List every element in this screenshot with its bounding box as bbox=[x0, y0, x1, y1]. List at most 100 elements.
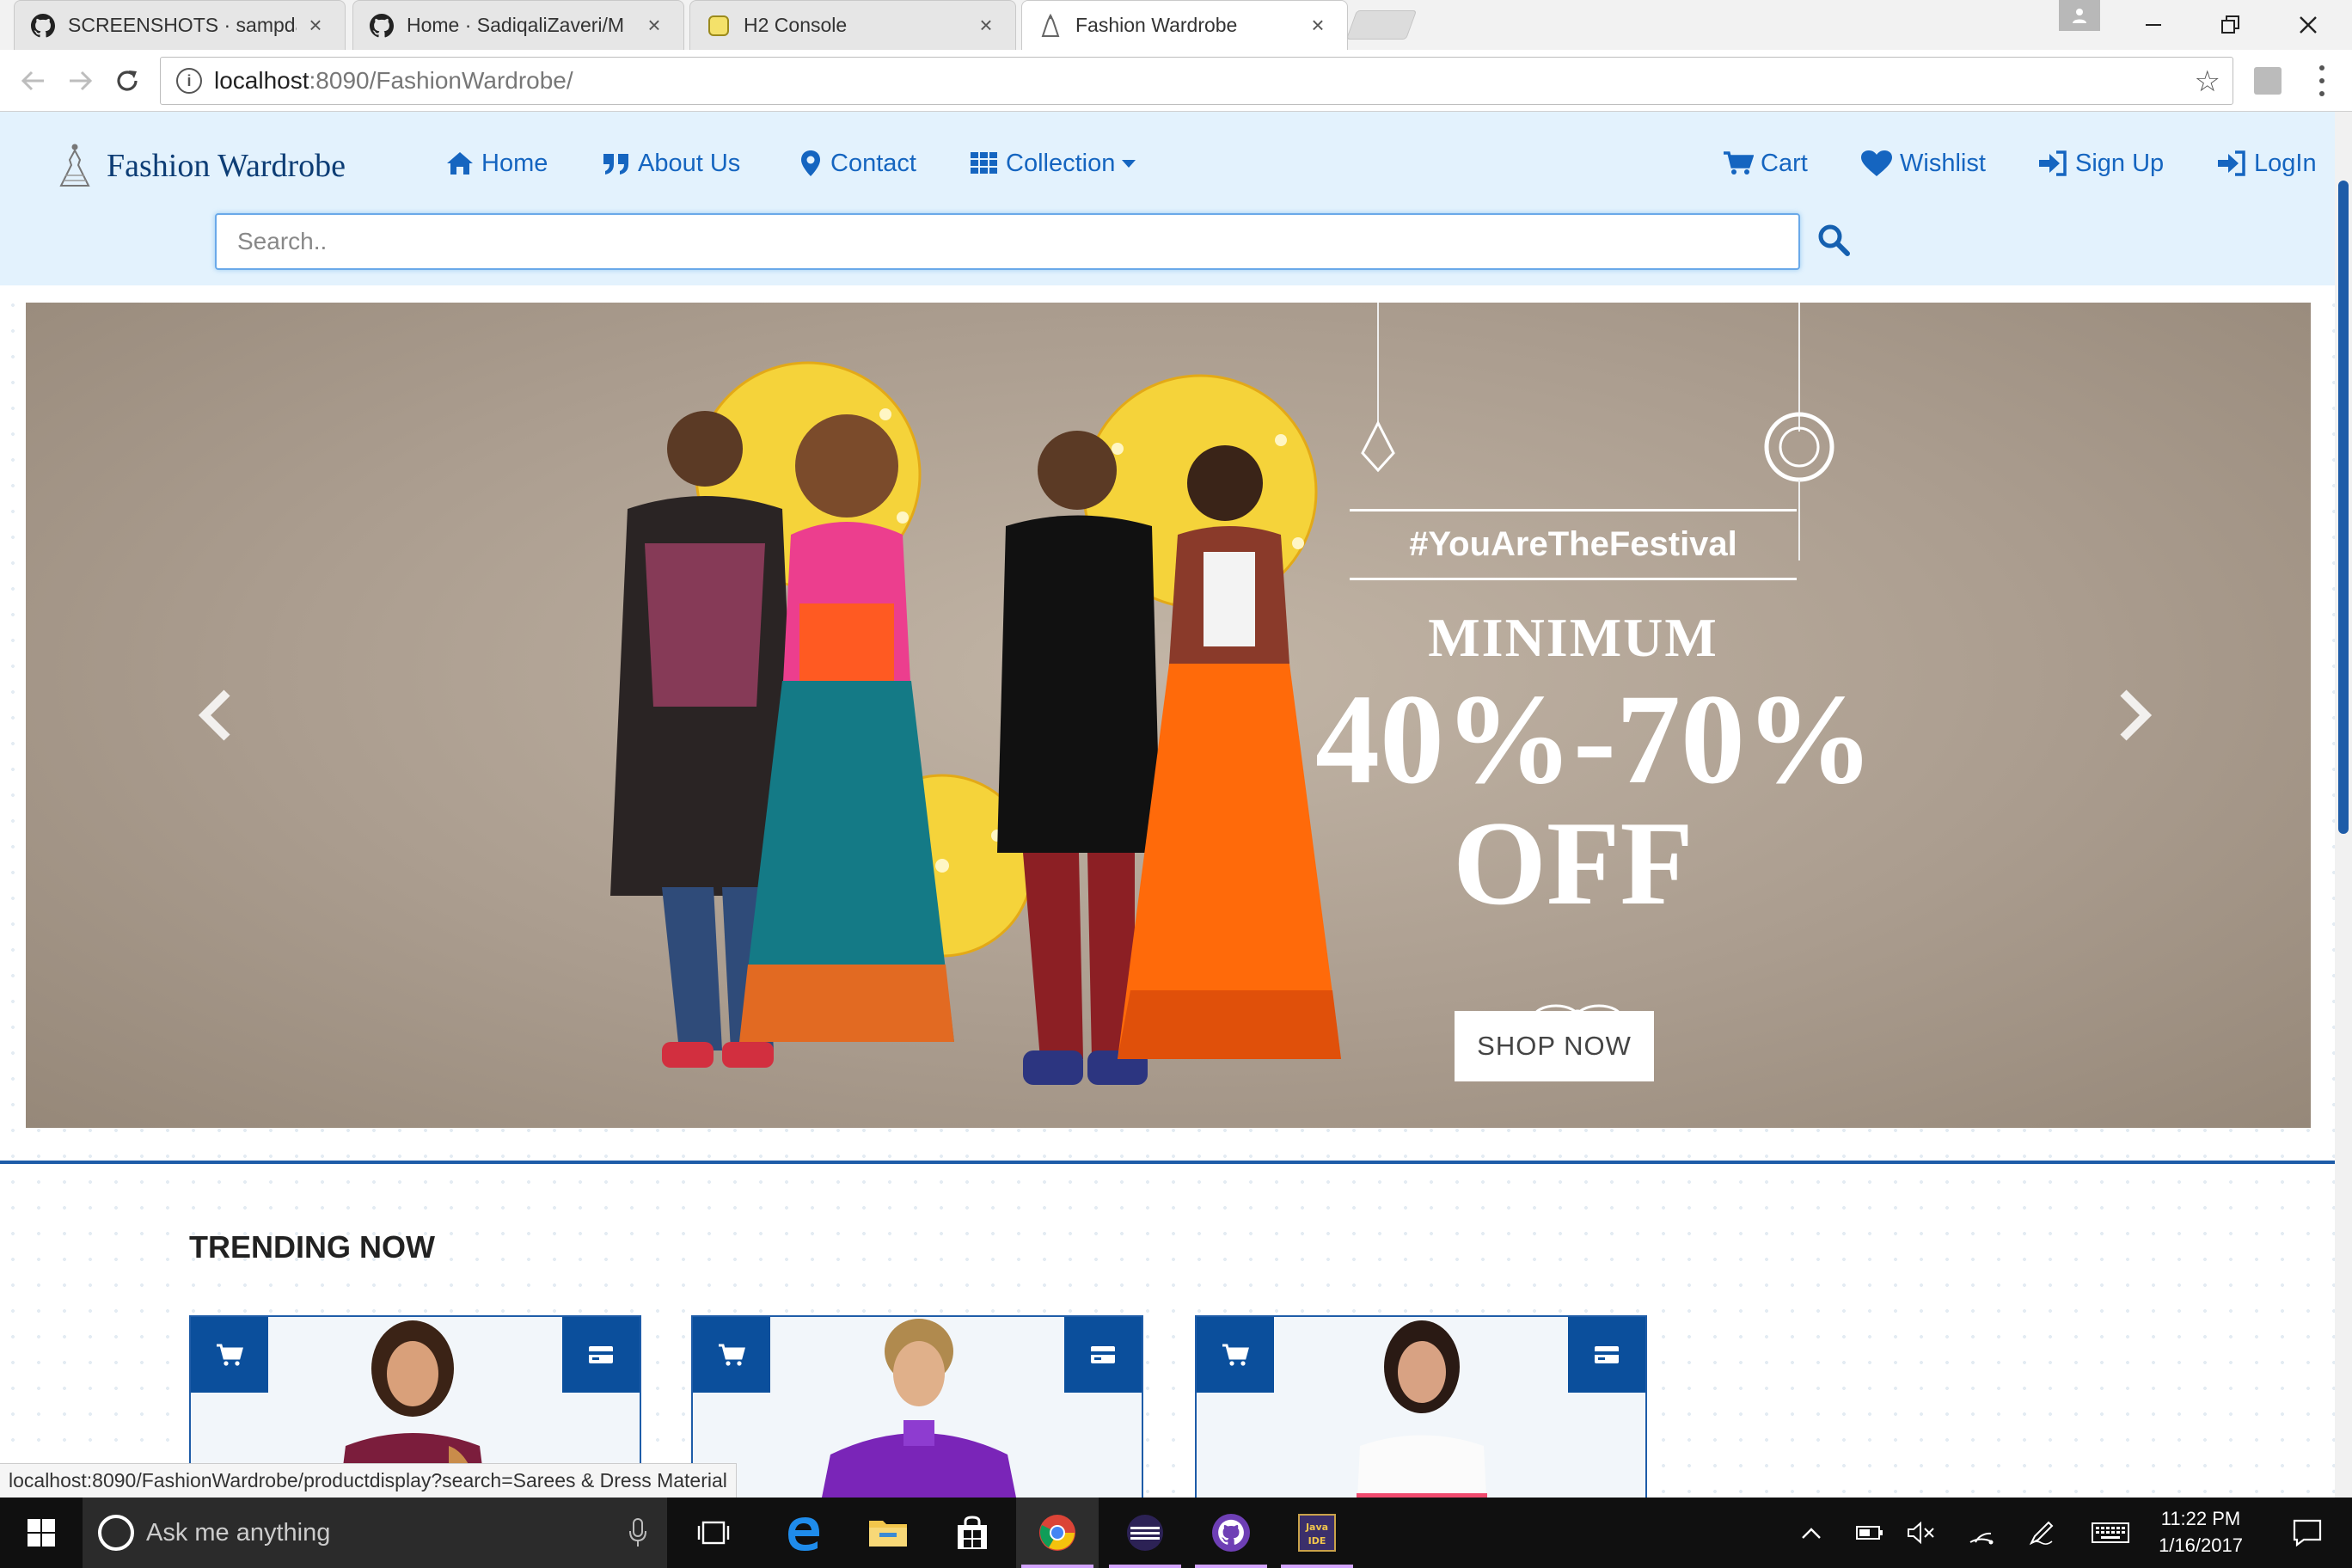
system-clock[interactable]: 11:22 PM 1/16/2017 bbox=[2132, 1498, 2269, 1568]
battery-icon bbox=[1856, 1526, 1883, 1540]
hero-carousel[interactable]: #YouAreTheFestival MINIMUM 40%-70% OFF S… bbox=[26, 303, 2311, 1128]
shop-now-button[interactable]: SHOP NOW bbox=[1455, 1011, 1654, 1081]
carousel-next-button[interactable] bbox=[2101, 664, 2170, 767]
search-field[interactable] bbox=[215, 213, 1800, 270]
cart-icon bbox=[217, 1344, 243, 1366]
banner-artwork bbox=[610, 303, 1834, 1085]
arrow-left-icon bbox=[21, 70, 44, 91]
nav-contact[interactable]: Contact bbox=[798, 138, 916, 189]
address-bar[interactable]: i localhost :8090/FashionWardrobe/ ☆ bbox=[160, 57, 2233, 105]
close-icon[interactable]: × bbox=[642, 12, 666, 39]
notification-icon bbox=[2293, 1519, 2322, 1547]
promo-hashtag: #YouAreTheFestival bbox=[1350, 509, 1797, 580]
pdf-extension-icon[interactable] bbox=[2254, 67, 2282, 95]
promo-text: #YouAreTheFestival MINIMUM 40%-70% OFF bbox=[1315, 509, 1874, 930]
wifi-icon bbox=[1969, 1532, 1994, 1545]
chrome-app[interactable] bbox=[1016, 1498, 1099, 1568]
nav-login[interactable]: LogIn bbox=[2216, 138, 2317, 189]
edge-app[interactable] bbox=[765, 1498, 842, 1568]
windows-logo-icon bbox=[28, 1519, 55, 1547]
card-icon bbox=[589, 1346, 613, 1363]
info-icon[interactable]: i bbox=[176, 68, 202, 94]
product-card[interactable] bbox=[691, 1315, 1143, 1498]
screen: SCREENSHOTS · sampda × Home · SadiqaliZa… bbox=[0, 0, 2352, 1568]
view-details-button[interactable] bbox=[1064, 1317, 1142, 1393]
touch-keyboard-button[interactable] bbox=[2085, 1498, 2136, 1568]
search-button[interactable] bbox=[1814, 218, 1853, 261]
url-path: :8090/FashionWardrobe/ bbox=[309, 67, 573, 94]
product-card[interactable] bbox=[1195, 1315, 1647, 1498]
search-icon bbox=[1818, 224, 1850, 256]
view-details-button[interactable] bbox=[562, 1317, 640, 1393]
browser-menu-button[interactable] bbox=[2309, 62, 2335, 100]
java-ee-ide-app[interactable]: Java IDE bbox=[1276, 1498, 1358, 1568]
edge-icon bbox=[788, 1517, 819, 1551]
eclipse-app[interactable] bbox=[1104, 1498, 1186, 1568]
site-logo[interactable]: Fashion Wardrobe bbox=[55, 143, 346, 189]
folder-icon bbox=[869, 1521, 907, 1547]
restore-button[interactable] bbox=[2192, 0, 2269, 50]
page-scrollbar[interactable] bbox=[2335, 112, 2352, 1498]
tray-overflow-button[interactable] bbox=[1790, 1498, 1833, 1568]
tab-title: H2 Console bbox=[744, 14, 848, 36]
github-desktop-app[interactable] bbox=[1190, 1498, 1272, 1568]
nav-cart[interactable]: Cart bbox=[1723, 138, 1808, 189]
nav-about-label: About Us bbox=[638, 149, 741, 177]
add-to-cart-button[interactable] bbox=[693, 1317, 770, 1393]
grid-icon bbox=[971, 152, 997, 174]
new-tab-button[interactable] bbox=[1345, 10, 1418, 40]
nav-wishlist[interactable]: Wishlist bbox=[1860, 138, 1986, 189]
pen-workspace-button[interactable] bbox=[2020, 1498, 2063, 1568]
pen-icon bbox=[2029, 1521, 2054, 1546]
task-view-button[interactable] bbox=[679, 1498, 748, 1568]
close-icon[interactable]: × bbox=[974, 12, 998, 39]
store-app[interactable] bbox=[934, 1498, 1011, 1568]
chevron-right-icon bbox=[2120, 689, 2153, 741]
store-bag-icon bbox=[958, 1516, 987, 1549]
tab-title: SCREENSHOTS · sampda bbox=[68, 14, 297, 36]
scrollbar-thumb[interactable] bbox=[2338, 181, 2349, 834]
action-center-button[interactable] bbox=[2275, 1498, 2340, 1568]
tab-strip: SCREENSHOTS · sampda × Home · SadiqaliZa… bbox=[0, 0, 2352, 50]
tab-github-home[interactable]: Home · SadiqaliZaveri/M × bbox=[352, 0, 684, 50]
profile-button[interactable] bbox=[2059, 0, 2100, 31]
home-icon bbox=[447, 152, 473, 175]
browser-toolbar: i localhost :8090/FashionWardrobe/ ☆ bbox=[0, 50, 2352, 112]
forward-button[interactable] bbox=[60, 60, 101, 101]
promo-off: OFF bbox=[1453, 797, 1694, 930]
back-button[interactable] bbox=[12, 60, 53, 101]
tab-h2-console[interactable]: H2 Console × bbox=[689, 0, 1016, 50]
volume-button[interactable] bbox=[1900, 1498, 1943, 1568]
clock-time: 11:22 PM bbox=[2160, 1508, 2241, 1530]
nav-home[interactable]: Home bbox=[445, 138, 548, 189]
network-button[interactable] bbox=[1960, 1498, 2003, 1568]
carousel-prev-button[interactable] bbox=[181, 664, 249, 767]
tab-fashion-wardrobe[interactable]: Fashion Wardrobe × bbox=[1021, 0, 1348, 50]
search-input[interactable] bbox=[217, 215, 1798, 268]
java-ee-icon: Java IDE bbox=[1298, 1514, 1336, 1552]
start-button[interactable] bbox=[0, 1498, 83, 1568]
minimize-button[interactable] bbox=[2115, 0, 2192, 50]
tab-screenshots[interactable]: SCREENSHOTS · sampda × bbox=[14, 0, 346, 50]
github-icon bbox=[30, 13, 56, 39]
h2-icon bbox=[706, 13, 732, 39]
nav-about[interactable]: About Us bbox=[602, 138, 740, 189]
close-window-button[interactable] bbox=[2269, 0, 2347, 50]
view-details-button[interactable] bbox=[1568, 1317, 1645, 1393]
add-to-cart-button[interactable] bbox=[191, 1317, 268, 1393]
reload-button[interactable] bbox=[107, 60, 148, 101]
nav-signup[interactable]: Sign Up bbox=[2037, 138, 2164, 189]
battery-button[interactable] bbox=[1848, 1498, 1891, 1568]
map-marker-icon bbox=[801, 150, 820, 176]
file-explorer-app[interactable] bbox=[849, 1498, 927, 1568]
task-view-icon bbox=[697, 1521, 730, 1545]
bookmark-star-icon[interactable]: ☆ bbox=[2195, 64, 2220, 99]
close-icon bbox=[2300, 16, 2317, 34]
close-icon[interactable]: × bbox=[303, 12, 328, 39]
trending-title: TRENDING NOW bbox=[189, 1229, 435, 1265]
cortana-search-box[interactable]: Ask me anything bbox=[83, 1498, 667, 1568]
add-to-cart-button[interactable] bbox=[1197, 1317, 1274, 1393]
nav-collection-dropdown[interactable]: Collection bbox=[970, 138, 1136, 189]
close-icon[interactable]: × bbox=[1306, 12, 1330, 39]
reload-icon bbox=[117, 70, 138, 91]
